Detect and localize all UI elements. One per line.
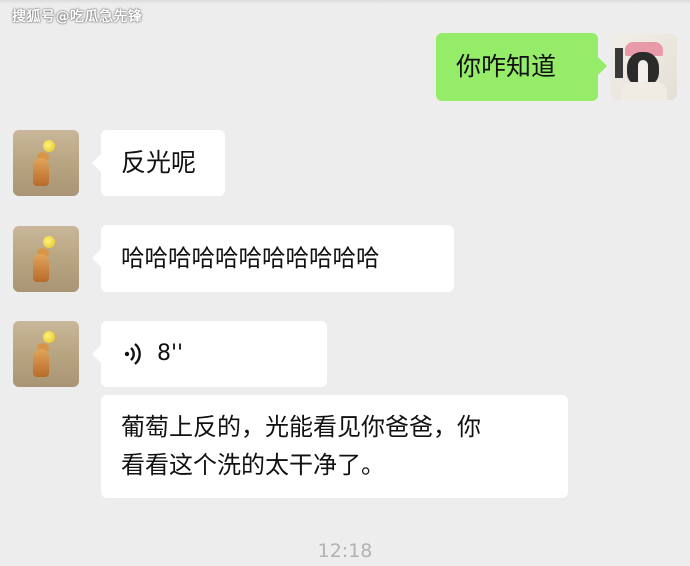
voice-wave-icon: [124, 343, 141, 365]
message-bubble-contact[interactable]: 葡萄上反的，光能看见你爸爸，你 看看这个洗的太干净了。: [101, 395, 568, 498]
message-timestamp: 12:18: [317, 540, 373, 562]
avatar-contact[interactable]: [13, 321, 79, 387]
avatar-contact[interactable]: [13, 130, 79, 196]
message-text-line: 葡萄上反的，光能看见你爸爸，你: [121, 413, 481, 441]
avatar-torso-shape: [621, 82, 667, 100]
message-text-line: 看看这个洗的太干净了。: [121, 451, 385, 479]
avatar-bg-shape: [615, 48, 623, 78]
avatar-body-shape: [33, 349, 49, 377]
avatar-ball-shape: [43, 236, 55, 248]
avatar-ball-shape: [43, 331, 55, 343]
voice-message-content: 8'': [101, 321, 327, 387]
top-edge: [0, 0, 690, 4]
message-text: 反光呢: [121, 148, 197, 177]
avatar-ball-shape: [43, 140, 55, 152]
message-text: 你咋知道: [456, 52, 557, 81]
avatar-self[interactable]: [611, 34, 677, 100]
avatar-body-shape: [33, 254, 49, 282]
voice-duration: 8'': [157, 341, 184, 366]
voice-message-bubble[interactable]: 8'': [92, 321, 327, 387]
avatar-contact[interactable]: [13, 226, 79, 292]
message-bubble-contact[interactable]: 反光呢: [92, 130, 225, 196]
message-text: 哈哈哈哈哈哈哈哈哈哈哈: [121, 244, 380, 272]
message-bubble-contact[interactable]: 哈哈哈哈哈哈哈哈哈哈哈: [92, 225, 454, 292]
avatar-body-shape: [33, 158, 49, 186]
message-bubble-self[interactable]: 你咋知道: [436, 33, 607, 101]
watermark: 搜狐号@吃瓜急先锋: [12, 9, 143, 25]
